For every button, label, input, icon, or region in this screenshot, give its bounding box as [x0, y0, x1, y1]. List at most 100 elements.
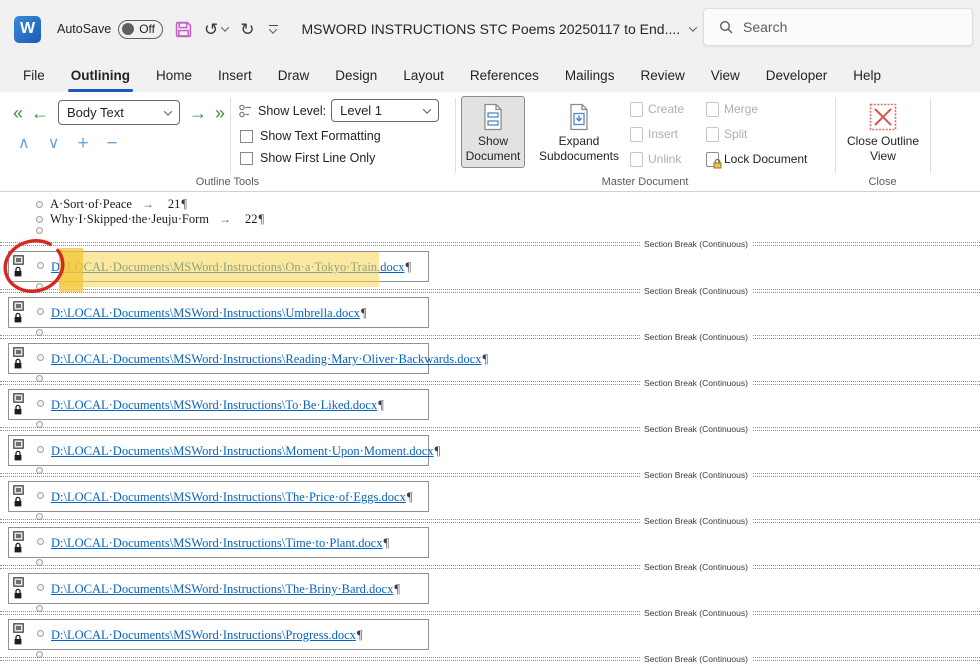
expand-button[interactable]: +: [71, 134, 94, 153]
group-label-outline-tools: Outline Tools: [0, 176, 455, 188]
demote-button[interactable]: →: [186, 104, 210, 122]
outline-bullet-icon[interactable]: [36, 201, 43, 208]
tab-view[interactable]: View: [698, 61, 753, 90]
outline-bullet-icon[interactable]: [37, 446, 44, 453]
group-label-master-document: Master Document: [455, 176, 835, 188]
subdocument-margin-icons[interactable]: [11, 485, 25, 508]
pilcrow-mark: ¶: [259, 212, 265, 227]
move-down-button[interactable]: ∨: [42, 136, 66, 152]
subdocument-margin-icons[interactable]: [11, 393, 25, 416]
subdocument-margin-icons[interactable]: [11, 255, 25, 278]
section-break-line: [0, 473, 980, 477]
promote-to-heading1-button[interactable]: «: [10, 104, 26, 122]
subdocument-link[interactable]: D:\LOCAL·Documents\MSWord·Instructions\M…: [51, 444, 434, 458]
toc-entry[interactable]: Why·I·Skipped·the·Jeuju·Form→22¶: [0, 212, 980, 227]
show-first-line-only-checkbox[interactable]: Show First Line Only: [240, 151, 375, 165]
expand-subdocuments-icon: [566, 103, 592, 131]
subdocument-margin-icons[interactable]: [11, 347, 25, 370]
undo-dropdown[interactable]: [222, 26, 228, 32]
word-app-icon[interactable]: W: [14, 16, 41, 43]
toc-entry[interactable]: A·Sort·of·Peace→21¶: [0, 197, 980, 212]
save-button[interactable]: [175, 21, 192, 38]
subdocument-margin-icons[interactable]: [11, 439, 25, 462]
outline-bullet-icon[interactable]: [37, 584, 44, 591]
promote-button[interactable]: ←: [28, 104, 52, 122]
tab-review[interactable]: Review: [627, 61, 697, 90]
collapse-button[interactable]: −: [101, 134, 124, 153]
toc-entry-title: Why·I·Skipped·the·Jeuju·Form: [50, 212, 209, 227]
tab-references[interactable]: References: [457, 61, 552, 90]
subdocument-margin-icons[interactable]: [11, 577, 25, 600]
redo-button[interactable]: ↻: [240, 21, 254, 38]
expand-subdocuments-button[interactable]: Expand Subdocuments: [532, 96, 626, 168]
subdocument-link[interactable]: D:\LOCAL·Documents\MSWord·Instructions\T…: [51, 536, 383, 550]
subdocument-box: D:\LOCAL·Documents\MSWord·Instructions\T…: [8, 389, 429, 420]
tab-outlining[interactable]: Outlining: [58, 61, 143, 90]
outline-bullet-icon[interactable]: [36, 216, 43, 223]
subdocument-icon: [13, 623, 24, 633]
section-break: Section Break (Continuous): [0, 466, 980, 481]
lock-document-button[interactable]: Lock Document: [706, 149, 807, 169]
outline-level-select[interactable]: Body Text: [58, 100, 180, 125]
tab-developer[interactable]: Developer: [753, 61, 841, 90]
section-break-label: Section Break (Continuous): [640, 653, 752, 665]
document-canvas[interactable]: A·Sort·of·Peace→21¶Why·I·Skipped·the·Jeu…: [0, 192, 980, 665]
tab-home[interactable]: Home: [143, 61, 205, 90]
outline-bullet-icon[interactable]: [37, 354, 44, 361]
subdocument-link[interactable]: D:\LOCAL·Documents\MSWord·Instructions\T…: [51, 490, 406, 504]
pilcrow-mark: ¶: [357, 628, 363, 642]
empty-outline-paragraph: [0, 227, 980, 238]
outline-bullet-icon[interactable]: [37, 538, 44, 545]
subdocument-link[interactable]: D:\LOCAL·Documents\MSWord·Instructions\T…: [51, 398, 377, 412]
tab-file[interactable]: File: [10, 61, 58, 90]
subdocument-margin-icons[interactable]: [11, 301, 25, 324]
subdocument-icon: [13, 255, 24, 265]
search-icon: [719, 20, 733, 34]
autosave-label: AutoSave: [57, 22, 111, 36]
demote-to-bodytext-button[interactable]: »: [212, 104, 228, 122]
toggle-knob-icon: [122, 23, 134, 35]
checkbox-icon: [240, 152, 253, 165]
chevron-down-icon: [689, 23, 697, 31]
subdocument-margin-icons[interactable]: [11, 623, 25, 646]
tab-design[interactable]: Design: [322, 61, 390, 90]
close-outline-view-label: Close Outline View: [843, 134, 923, 164]
section-break-line: [0, 242, 980, 246]
customize-quick-access-button[interactable]: [269, 25, 278, 34]
subdocument-link[interactable]: D:\LOCAL·Documents\MSWord·Instructions\T…: [51, 582, 393, 596]
subdocument-margin-icons[interactable]: [11, 531, 25, 554]
tab-help[interactable]: Help: [840, 61, 894, 90]
title-dropdown[interactable]: [690, 26, 696, 32]
undo-button[interactable]: ↺: [204, 21, 218, 38]
toc-entry-page: 22: [245, 212, 258, 227]
show-text-formatting-checkbox[interactable]: Show Text Formatting: [240, 129, 381, 143]
section-break: Section Break (Continuous): [0, 558, 980, 573]
pilcrow-mark: ¶: [435, 444, 441, 458]
lock-icon: [13, 404, 23, 416]
show-document-button[interactable]: Show Document: [461, 96, 525, 168]
subdocument-link[interactable]: D:\LOCAL·Documents\MSWord·Instructions\R…: [51, 352, 482, 366]
outline-bullet-icon[interactable]: [37, 630, 44, 637]
outline-bullet-icon[interactable]: [36, 227, 43, 234]
subdocument-link[interactable]: D:\LOCAL·Documents\MSWord·Instructions\O…: [51, 260, 405, 274]
subdocument-link[interactable]: D:\LOCAL·Documents\MSWord·Instructions\P…: [51, 628, 356, 642]
outline-bullet-icon[interactable]: [37, 492, 44, 499]
search-input[interactable]: Search: [703, 8, 973, 46]
outline-bullet-icon[interactable]: [37, 400, 44, 407]
close-icon: [869, 103, 897, 131]
expand-subdocuments-label: Expand Subdocuments: [533, 134, 625, 164]
tab-insert[interactable]: Insert: [205, 61, 265, 90]
lock-icon: [13, 542, 23, 554]
tab-draw[interactable]: Draw: [265, 61, 323, 90]
close-outline-view-button[interactable]: Close Outline View: [843, 96, 923, 168]
show-level-select[interactable]: Level 1: [331, 99, 439, 122]
tab-mailings[interactable]: Mailings: [552, 61, 628, 90]
move-up-button[interactable]: ∧: [12, 136, 36, 152]
tab-layout[interactable]: Layout: [390, 61, 457, 90]
autosave-toggle[interactable]: Off: [118, 20, 163, 39]
outline-bullet-icon[interactable]: [37, 308, 44, 315]
outline-bullet-icon[interactable]: [37, 262, 44, 269]
undo-icon: ↺: [204, 21, 218, 38]
subdocument-link[interactable]: D:\LOCAL·Documents\MSWord·Instructions\U…: [51, 306, 360, 320]
section-break-label: Section Break (Continuous): [640, 607, 752, 620]
